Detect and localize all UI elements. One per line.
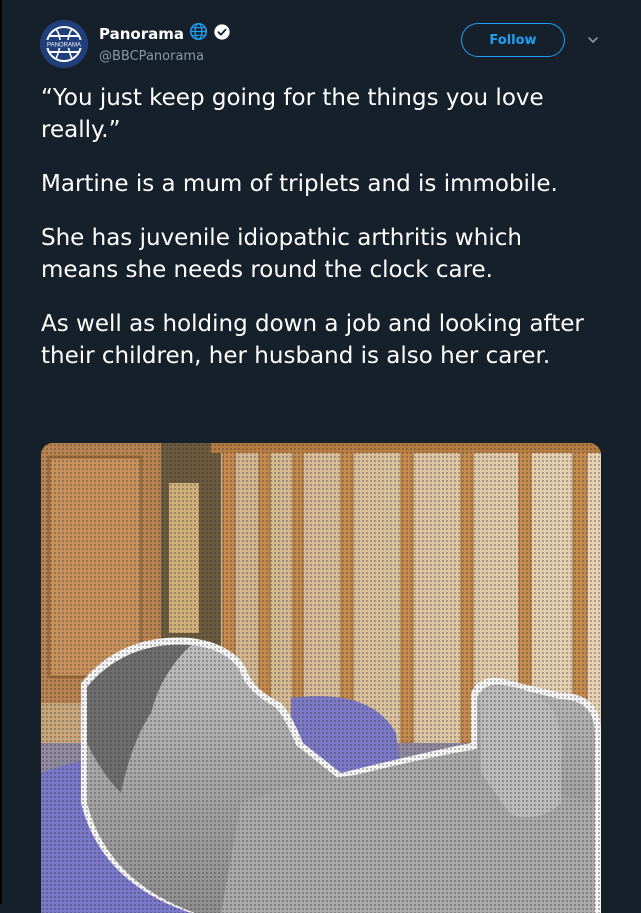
tweet-paragraph: “You just keep going for the things you … — [41, 85, 544, 143]
tweet-paragraph: Martine is a mum of triplets and is immo… — [41, 171, 558, 197]
tweet-paragraph: She has juvenile idiopathic arthritis wh… — [41, 225, 522, 283]
follow-button[interactable]: Follow — [461, 23, 565, 57]
globe-icon — [189, 22, 208, 45]
tweet-photo[interactable] — [41, 443, 601, 913]
window-edge — [0, 0, 2, 904]
panorama-logo: PANORAMA — [40, 20, 88, 68]
avatar[interactable]: PANORAMA — [40, 20, 88, 68]
verified-badge-icon — [213, 23, 231, 45]
account-handle[interactable]: @BBCPanorama — [99, 49, 231, 64]
tweet-paragraph: As well as holding down a job and lookin… — [41, 311, 584, 369]
photo-illustration — [41, 443, 601, 913]
tweet-header: PANORAMA Panorama @BBCPanorama Follow — [40, 17, 610, 68]
tweet-text: “You just keep going for the things you … — [41, 82, 601, 372]
account-names: Panorama @BBCPanorama — [99, 22, 231, 64]
chevron-down-icon[interactable] — [585, 32, 601, 48]
avatar-wordmark: PANORAMA — [47, 43, 81, 49]
display-name[interactable]: Panorama — [99, 25, 184, 43]
